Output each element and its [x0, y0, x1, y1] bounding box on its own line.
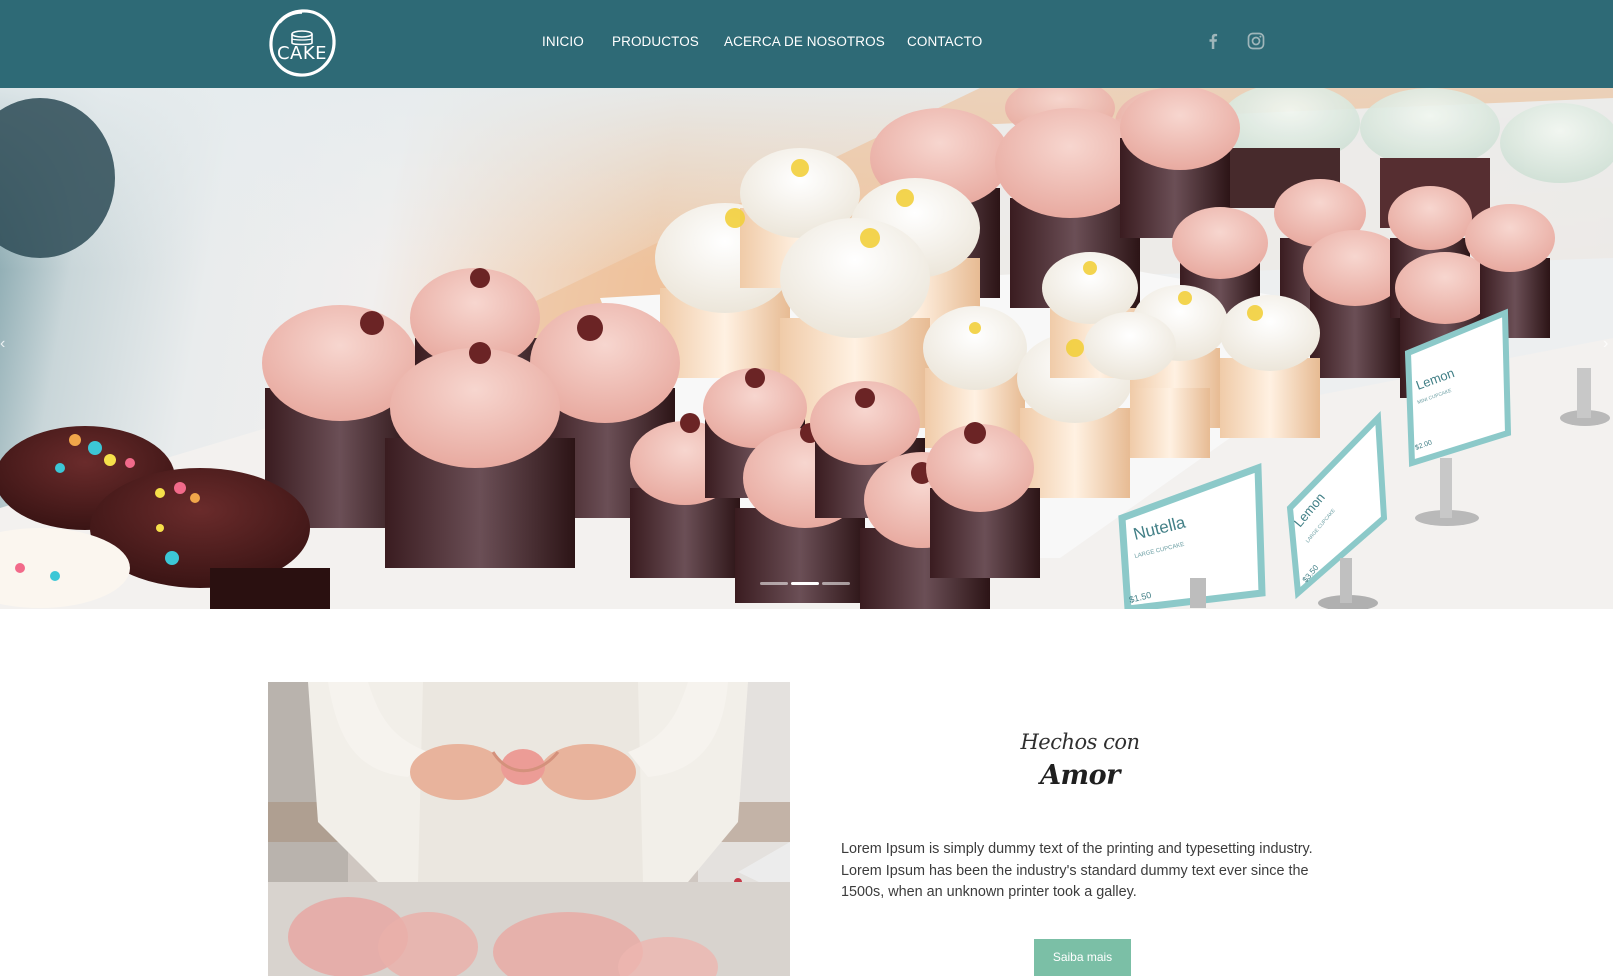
- instagram-icon[interactable]: [1246, 31, 1266, 56]
- slide-dot-active[interactable]: [791, 582, 819, 585]
- hero-prev-chevron-icon[interactable]: ‹: [0, 334, 10, 354]
- slide-dot[interactable]: [822, 582, 850, 585]
- facebook-icon[interactable]: [1203, 31, 1223, 56]
- hero-slideshow[interactable]: Nutella LARGE CUPCAKE $1.50 Lemon LARGE …: [0, 88, 1613, 609]
- nav-item-productos[interactable]: PRODUCTOS: [612, 34, 699, 49]
- baker-hands-photo: [268, 682, 790, 976]
- about-paragraph: Lorem Ipsum is simply dummy text of the …: [841, 841, 1313, 900]
- site-header: CAKE INICIO PRODUCTOS ACERCA DE NOSOTROS…: [0, 0, 1613, 88]
- saiba-mais-button[interactable]: Saiba mais: [1034, 939, 1131, 976]
- nav-item-acerca-de-nosotros[interactable]: ACERCA DE NOSOTROS: [724, 34, 885, 49]
- nav-item-contacto[interactable]: CONTACTO: [907, 34, 982, 49]
- hero-next-chevron-icon[interactable]: ›: [1603, 334, 1613, 354]
- slide-indicator: [760, 582, 852, 586]
- cake-logo[interactable]: CAKE: [266, 7, 338, 79]
- section-subtitle: Hechos con: [1020, 730, 1140, 754]
- cupcake-display-image: Nutella LARGE CUPCAKE $1.50 Lemon LARGE …: [0, 88, 1613, 609]
- slide-dot[interactable]: [760, 582, 788, 585]
- logo-text: CAKE: [276, 43, 328, 64]
- section-title: Amor: [1040, 760, 1120, 791]
- nav-item-inicio[interactable]: INICIO: [542, 34, 584, 49]
